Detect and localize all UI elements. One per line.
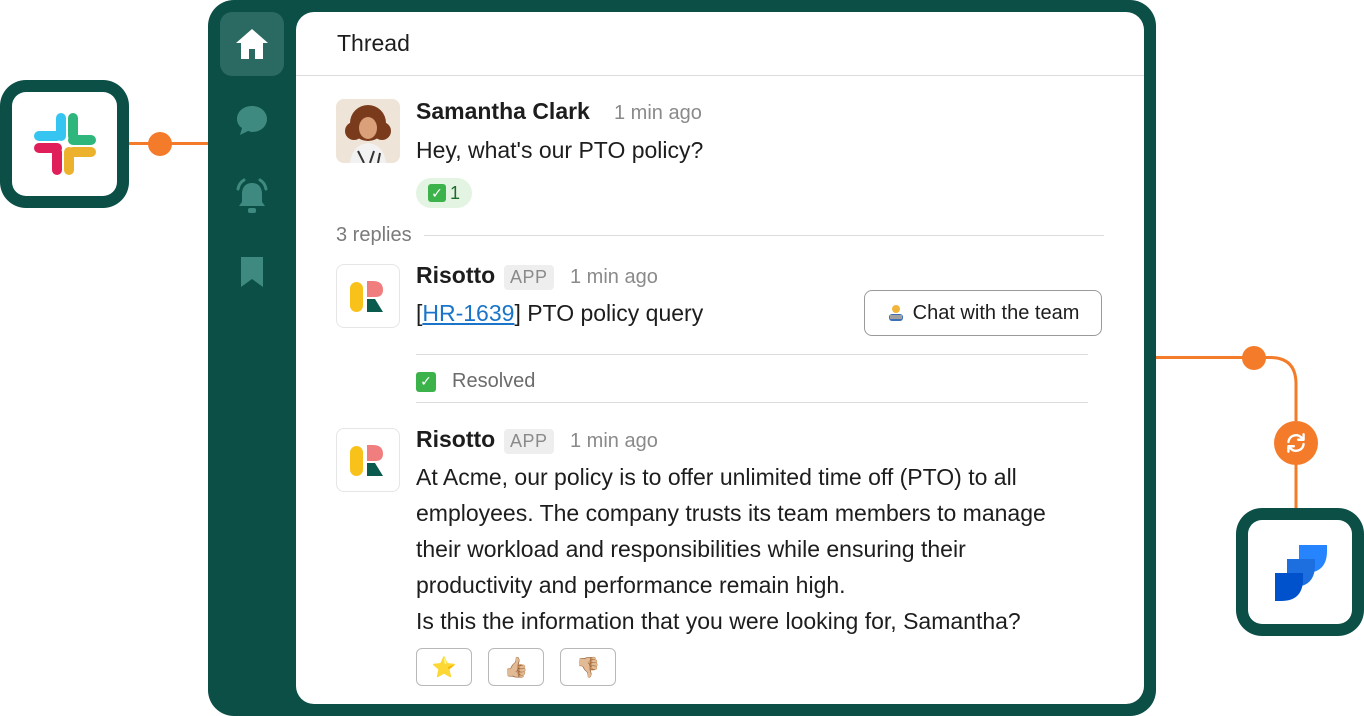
app-badge: APP	[504, 429, 554, 454]
star-icon: ⭐	[431, 656, 457, 679]
status-row: ✓ Resolved	[416, 370, 535, 393]
user-photo	[336, 99, 400, 163]
sync-icon	[1274, 421, 1318, 465]
thumbs-up-button[interactable]: 👍🏼	[488, 648, 544, 686]
check-icon: ✓	[416, 371, 436, 392]
jira-logo-icon	[1248, 520, 1352, 624]
app-avatar[interactable]	[336, 264, 400, 328]
connector-dot-left	[148, 132, 172, 156]
jira-badge	[1236, 508, 1364, 636]
answer-line: productivity and performance remain high…	[416, 572, 846, 598]
status-label: Resolved	[452, 370, 536, 392]
app-badge: APP	[504, 265, 554, 290]
chat-with-team-label: Chat with the team	[912, 301, 1080, 324]
reaction-count: 1	[449, 182, 460, 203]
bookmark-icon	[241, 257, 263, 287]
app-avatar[interactable]	[336, 428, 400, 492]
page-title: Thread	[337, 30, 410, 56]
divider	[424, 235, 1104, 236]
chat-icon	[237, 106, 267, 135]
check-icon: ✓	[427, 184, 446, 202]
thread-panel: Thread Samantha Clark 1 min ago Hey, wha…	[296, 12, 1144, 704]
message-timestamp: 1 min ago	[614, 102, 702, 124]
reaction-badge[interactable]: ✓ 1	[416, 178, 472, 208]
team-icon	[888, 305, 903, 321]
divider	[416, 402, 1088, 403]
answer-line: Is this the information that you were lo…	[416, 608, 1021, 634]
home-icon	[236, 29, 268, 59]
avatar[interactable]	[336, 99, 400, 163]
sidebar-item-home[interactable]	[220, 12, 284, 76]
divider	[416, 354, 1088, 355]
risotto-logo-icon	[350, 445, 383, 476]
sidebar	[208, 0, 296, 716]
star-feedback-button[interactable]: ⭐	[416, 648, 472, 686]
chat-with-team-button[interactable]: Chat with the team	[864, 290, 1102, 336]
slack-badge	[0, 80, 129, 208]
thumbs-down-icon: 👎🏼	[575, 656, 601, 679]
thumbs-up-icon: 👍🏼	[503, 656, 529, 679]
app-window: Thread Samantha Clark 1 min ago Hey, wha…	[208, 0, 1156, 716]
message-author[interactable]: Samantha Clark	[416, 98, 590, 125]
sidebar-item-saved[interactable]	[220, 240, 284, 304]
message-author[interactable]: Risotto	[416, 426, 495, 453]
answer-text: At Acme, our policy is to offer unlimite…	[416, 459, 1116, 639]
message-text: Hey, what's our PTO policy?	[416, 137, 704, 163]
slack-logo-icon	[12, 92, 117, 196]
answer-line: employees. The company trusts its team m…	[416, 500, 1046, 526]
sidebar-item-notifications[interactable]	[220, 164, 284, 228]
message-timestamp: 1 min ago	[570, 266, 658, 288]
risotto-logo-icon	[350, 281, 383, 312]
sidebar-item-messages[interactable]	[220, 88, 284, 152]
bell-icon	[236, 178, 268, 213]
ticket-title: PTO policy query	[527, 300, 704, 326]
thumbs-down-button[interactable]: 👎🏼	[560, 648, 616, 686]
answer-line: At Acme, our policy is to offer unlimite…	[416, 464, 1017, 490]
answer-line: their workload and responsibilities whil…	[416, 536, 966, 562]
ticket-message: [HR-1639] PTO policy query	[416, 300, 703, 327]
message-author[interactable]: Risotto	[416, 262, 495, 289]
thread-header: Thread	[296, 12, 1144, 76]
message-timestamp: 1 min ago	[570, 430, 658, 452]
bracket-close: ]	[514, 300, 521, 326]
ticket-link[interactable]: HR-1639	[422, 300, 514, 326]
replies-count: 3 replies	[336, 224, 412, 246]
